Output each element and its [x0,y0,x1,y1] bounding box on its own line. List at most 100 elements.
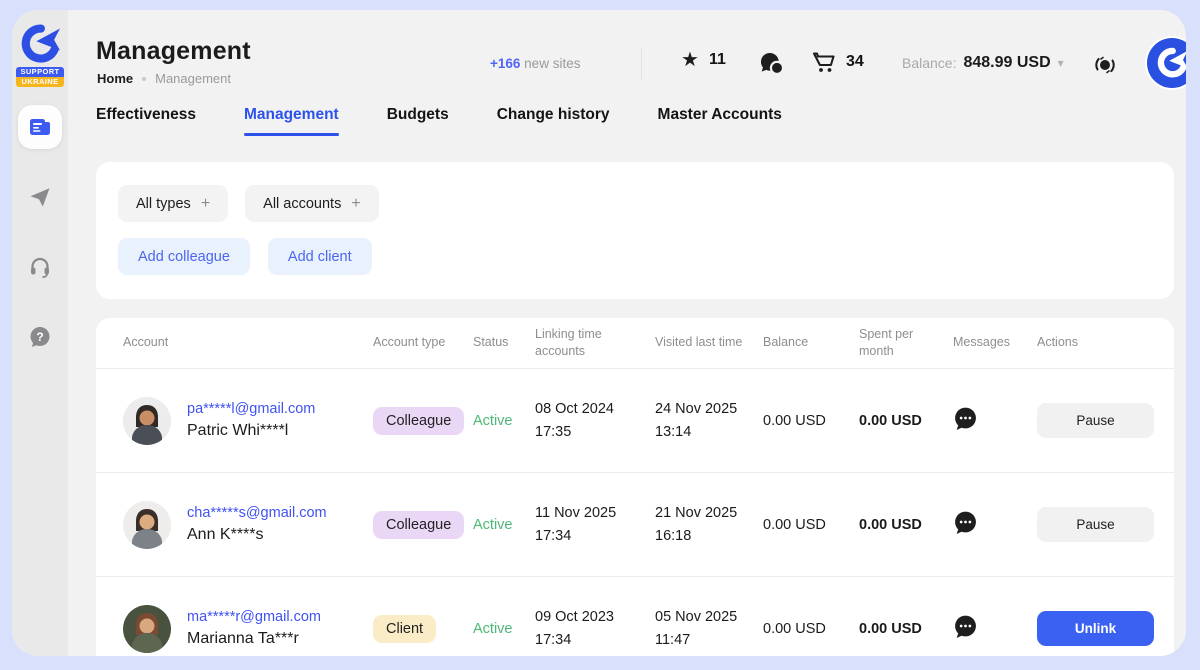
tab-effectiveness[interactable]: Effectiveness [96,106,196,136]
breadcrumb-separator [142,77,146,81]
user-profile-avatar[interactable] [1147,38,1186,88]
paper-plane-icon [28,185,52,209]
tab-master-accounts[interactable]: Master Accounts [658,106,782,136]
brand-logo-icon [18,24,62,64]
sidebar-nav: ? [18,105,62,359]
col-visited: Visited last time [655,334,763,352]
tab-bar: Effectiveness Management Budgets Change … [96,98,1174,136]
actions-cell: Pause [1037,403,1154,438]
filter-all-accounts[interactable]: All accounts + [245,185,379,222]
app-logo[interactable]: SUPPORT UKRAINE [16,24,64,87]
help-bubble-icon: ? [28,325,52,349]
account-type-badge: Client [373,615,436,643]
message-bubble-icon[interactable] [953,510,978,535]
new-sites-link[interactable]: +166 new sites [490,56,580,71]
account-email-link[interactable]: pa*****l@gmail.com [187,401,315,417]
status-badge: Active [473,517,535,533]
add-colleague-button[interactable]: Add colleague [118,238,250,275]
message-bubble-icon[interactable] [953,614,978,639]
account-email-link[interactable]: ma*****r@gmail.com [187,609,321,625]
row-action-button[interactable]: Pause [1037,507,1154,542]
sidebar-item-support[interactable] [18,245,62,289]
visited-time-cell: 24 Nov 202513:14 [655,398,763,443]
plus-icon: + [201,195,210,213]
message-bubble-icon[interactable] [953,406,978,431]
messages-cell [953,510,1037,540]
table-body: pa*****l@gmail.com Patric Whi****l Colle… [96,368,1174,656]
actions-cell: Unlink [1037,611,1154,646]
spent-cell: 0.00 USD [859,621,953,637]
actions-cell: Pause [1037,507,1154,542]
account-name: Marianna Ta***r [187,630,321,648]
col-linking-time: Linking time accounts [535,326,655,361]
table-row: pa*****l@gmail.com Patric Whi****l Colle… [96,368,1174,472]
headset-icon [28,255,52,279]
sidebar-item-telegram[interactable] [18,175,62,219]
topbar: Management Home Management +166 new site… [96,10,1174,98]
row-action-button[interactable]: Unlink [1037,611,1154,646]
messages-cell [953,406,1037,436]
col-messages: Messages [953,334,1037,352]
notifications-button[interactable] [1091,51,1119,79]
news-icon [28,115,52,139]
account-cell: ma*****r@gmail.com Marianna Ta***r [123,605,373,653]
accounts-table: Account Account type Status Linking time… [96,318,1174,656]
col-spent: Spent per month [859,326,953,361]
support-badge-line1: SUPPORT [16,67,64,77]
cart-counter[interactable]: 34 [812,50,864,74]
balance-cell: 0.00 USD [763,621,859,637]
filter-actions: Add colleague Add client [118,238,1152,275]
new-sites-count: +166 [490,56,520,71]
filters-card: All types + All accounts + Add colleague… [96,162,1174,299]
col-account: Account [123,334,373,352]
main-content: Management Home Management +166 new site… [68,10,1186,656]
account-cell: cha*****s@gmail.com Ann K****s [123,501,373,549]
support-ukraine-badge: SUPPORT UKRAINE [16,67,64,87]
col-status: Status [473,334,535,352]
table-row: cha*****s@gmail.com Ann K****s Colleague… [96,472,1174,576]
filter-chips: All types + All accounts + [118,185,1152,222]
cart-icon [812,50,836,74]
balance-label: Balance: [902,55,956,71]
visited-time-cell: 05 Nov 202511:47 [655,606,763,651]
filter-all-types-label: All types [136,196,191,212]
messages-shortcut[interactable] [759,51,785,77]
visited-time-cell: 21 Nov 202516:18 [655,502,763,547]
account-cell: pa*****l@gmail.com Patric Whi****l [123,397,373,445]
row-action-button[interactable]: Pause [1037,403,1154,438]
account-type-badge: Colleague [373,407,464,435]
tab-change-history[interactable]: Change history [497,106,610,136]
filter-all-types[interactable]: All types + [118,185,228,222]
favorites-counter[interactable]: ★ 11 [681,50,726,70]
plus-icon: + [351,195,360,213]
linking-time-cell: 11 Nov 202517:34 [535,502,655,547]
balance-dropdown[interactable]: Balance: 848.99 USD ▾ [902,54,1064,72]
status-badge: Active [473,413,535,429]
add-client-button[interactable]: Add client [268,238,372,275]
filter-all-accounts-label: All accounts [263,196,341,212]
account-type-badge: Colleague [373,511,464,539]
linking-time-cell: 08 Oct 202417:35 [535,398,655,443]
avatar-photo-icon [123,605,171,653]
notifications-icon [1091,51,1119,79]
spent-cell: 0.00 USD [859,413,953,429]
breadcrumb-home-link[interactable]: Home [97,71,133,86]
account-name: Ann K****s [187,526,327,544]
svg-text:?: ? [36,330,43,344]
tab-budgets[interactable]: Budgets [387,106,449,136]
sidebar-item-news[interactable] [18,105,62,149]
avatar [123,605,171,653]
account-email-link[interactable]: cha*****s@gmail.com [187,505,327,521]
sidebar-item-help[interactable]: ? [18,315,62,359]
topbar-divider [641,48,642,80]
table-header-row: Account Account type Status Linking time… [96,318,1174,368]
tab-management[interactable]: Management [244,106,339,136]
linking-time-cell: 09 Oct 202317:34 [535,606,655,651]
new-sites-label: new sites [520,56,580,71]
col-account-type: Account type [373,334,473,352]
favorites-count: 11 [709,51,726,69]
avatar-photo-icon [123,397,171,445]
app-window: SUPPORT UKRAINE [12,10,1186,656]
sidebar: SUPPORT UKRAINE [12,10,68,656]
profile-logo-icon [1155,47,1186,79]
